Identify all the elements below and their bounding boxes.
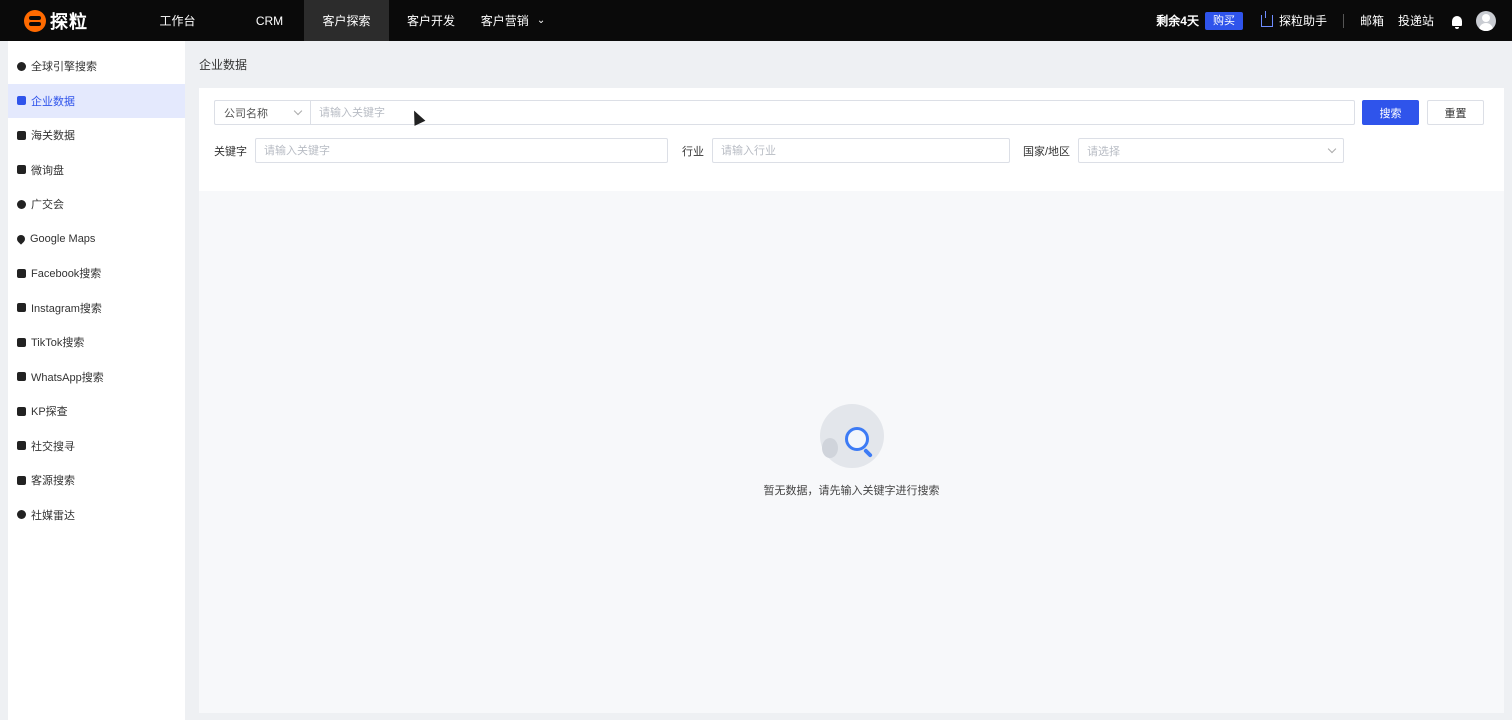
sidebar-item-tiktok[interactable]: TikTok搜索 [8,325,185,360]
sidebar-item-global-search[interactable]: 全球引擎搜索 [8,49,185,84]
download-icon [1260,10,1273,27]
country-label: 国家/地区 [1023,145,1071,158]
logo-text: 探粒 [50,11,88,32]
delivery-site-link[interactable]: 投递站 [1398,12,1434,29]
sidebar-item-google-maps[interactable]: Google Maps [8,222,185,257]
top-navigation-bar: 探粒 工作台 CRM 客户探索 客户开发 客户营销 ⌄ 剩余4天 购买 探粒助手… [0,0,1512,41]
sidebar: 全球引擎搜索 企业数据 海关数据 微询盘 广交会 Google Maps Fac… [8,41,185,720]
topbar-actions: 剩余4天 购买 探粒助手 邮箱 投递站 [1156,0,1512,41]
main-content: 企业数据 公司名称 搜索 重置 关键字 行业 国家/地区 请选择 [190,41,1512,720]
industry-label: 行业 [682,145,704,158]
chevron-down-icon [293,106,303,116]
chevron-down-icon: ⌄ [536,15,546,26]
user-avatar-icon[interactable] [1476,10,1496,31]
empty-search-icon [819,404,884,468]
search-button[interactable]: 搜索 [1362,100,1419,125]
search-type-select[interactable]: 公司名称 [214,100,310,125]
gear-icon [17,199,26,209]
whatsapp-icon [17,372,26,382]
sidebar-item-facebook[interactable]: Facebook搜索 [8,256,185,291]
keyword-field[interactable] [255,138,668,163]
social-icon [17,441,26,451]
empty-state-text: 暂无数据，请先输入关键字进行搜索 [763,485,940,497]
bell-icon[interactable] [1452,15,1462,29]
contact-icon [17,406,26,416]
sidebar-item-instagram[interactable]: Instagram搜索 [8,291,185,326]
app-logo[interactable]: 探粒 [24,8,120,34]
nav-item-workbench[interactable]: 工作台 [120,0,235,41]
mail-link[interactable]: 邮箱 [1360,12,1384,29]
reset-button[interactable]: 重置 [1427,100,1484,125]
sidebar-item-social-search[interactable]: 社交搜寻 [8,429,185,464]
customs-icon [17,130,26,140]
chevron-down-icon [1327,144,1337,154]
sidebar-item-whatsapp[interactable]: WhatsApp搜索 [8,360,185,395]
divider [1342,13,1344,28]
nav-item-customer-explore[interactable]: 客户探索 [304,0,389,41]
page-title: 企业数据 [199,58,248,72]
country-select[interactable]: 请选择 [1078,138,1345,163]
globe-icon [17,61,26,71]
trial-remaining: 剩余4天 [1156,14,1199,28]
facebook-icon [17,268,26,278]
search-input[interactable] [310,100,1355,125]
sidebar-item-kp-explore[interactable]: KP探查 [8,394,185,429]
sidebar-item-customs-data[interactable]: 海关数据 [8,118,185,153]
helper-download-link[interactable]: 探粒助手 [1260,10,1327,29]
instagram-icon [17,303,26,313]
filter-row: 关键字 行业 国家/地区 请选择 [214,138,1345,163]
tiktok-icon [17,337,26,347]
buy-button[interactable]: 购买 [1204,11,1243,30]
sidebar-item-canton-fair[interactable]: 广交会 [8,187,185,222]
main-nav: 工作台 CRM 客户探索 客户开发 客户营销 ⌄ [120,0,553,41]
radar-icon [17,510,26,520]
keyword-label: 关键字 [214,145,247,158]
sidebar-item-micro-inquiry[interactable]: 微询盘 [8,153,185,188]
empty-state: 暂无数据，请先输入关键字进行搜索 [199,404,1504,498]
nav-item-customer-develop[interactable]: 客户开发 [389,0,473,41]
source-icon [17,475,26,485]
search-row: 公司名称 [214,100,1355,125]
results-panel: 暂无数据，请先输入关键字进行搜索 [199,191,1504,713]
map-pin-icon [15,233,27,245]
building-icon [17,96,26,106]
message-icon [17,165,26,175]
nav-item-crm[interactable]: CRM [235,0,304,41]
nav-item-customer-marketing[interactable]: 客户营销 ⌄ [473,0,553,41]
logo-icon [24,9,46,32]
sidebar-item-social-radar[interactable]: 社媒雷达 [8,498,185,533]
sidebar-item-company-data[interactable]: 企业数据 [8,83,185,118]
industry-field[interactable] [712,138,1010,163]
sidebar-item-source-search[interactable]: 客源搜索 [8,463,185,498]
